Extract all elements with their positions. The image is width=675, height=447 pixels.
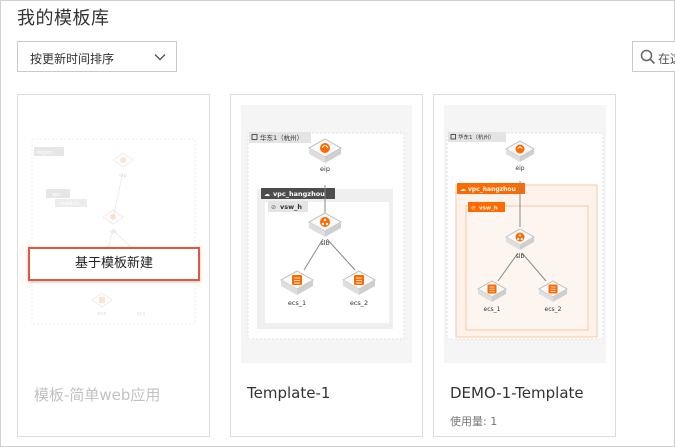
region-label: region xyxy=(37,150,53,156)
search-input[interactable]: 在这 xyxy=(632,41,675,72)
slb-label: slb xyxy=(516,253,525,260)
topology-thumbnail: 华东1（杭州） ☁ vpc_hangzhou ⊘ vsw_h eip slb e… xyxy=(241,105,412,363)
vsw-icon: ⊘ xyxy=(271,204,276,211)
ecs-1-label: ecs_1 xyxy=(288,299,306,307)
template-card[interactable]: 华东1（杭州） ☁ vpc_hangzhou ⊘ vsw_h eip slb e… xyxy=(230,94,423,437)
template-card[interactable]: 华东1（杭州） ☁ vpc_hangzhou ⊘ vsw_h eip slb e… xyxy=(433,94,616,437)
vpc-label: vpc_hangzhou xyxy=(273,190,325,198)
template-name: Template-1 xyxy=(247,384,331,402)
sort-select[interactable]: 按更新时间排序 xyxy=(17,41,177,72)
region-label: 华东1（杭州） xyxy=(458,133,495,141)
ecs-2-label: ecs_2 xyxy=(545,306,562,313)
ecs-1-label: ecs xyxy=(98,311,107,317)
search-placeholder: 在这 xyxy=(658,52,675,66)
usage-count: 使用量: 1 xyxy=(450,415,498,428)
vpc-icon: ☁ xyxy=(460,186,466,193)
eip-label: eip xyxy=(119,173,127,179)
eip-node-icon xyxy=(112,152,134,168)
slb-label: slb xyxy=(109,229,116,235)
vsw-icon: ⊘ xyxy=(471,206,476,212)
search-icon xyxy=(640,49,656,65)
slb-node-icon xyxy=(102,209,124,225)
eip-label: eip xyxy=(515,165,524,172)
sort-select-value: 按更新时间排序 xyxy=(30,52,115,66)
template-name: DEMO-1-Template xyxy=(450,384,584,402)
ecs-2-label: ecs xyxy=(137,311,146,317)
page-title: 我的模板库 xyxy=(17,8,110,29)
ecs-1-label: ecs_1 xyxy=(484,306,501,313)
vsw-label: vsw_h xyxy=(479,206,498,212)
vsw-label: vsw_h xyxy=(280,203,302,211)
create-from-template-button[interactable]: 基于模板新建 xyxy=(28,247,200,281)
template-name: 模板-简单web应用 xyxy=(34,386,161,404)
eip-label: eip xyxy=(320,165,330,173)
vpc-label: vpc xyxy=(52,192,61,198)
ecs-2-label: ecs_2 xyxy=(350,299,368,307)
vsw-label: vswitch xyxy=(60,201,79,207)
topology-thumbnail: 华东1（杭州） ☁ vpc_hangzhou ⊘ vsw_h eip slb e… xyxy=(444,105,606,363)
topology-thumbnail: region vpc vswitch eip slb ecs ecs xyxy=(31,138,196,325)
chevron-down-icon xyxy=(154,54,166,61)
slb-label: slb xyxy=(320,239,329,247)
vpc-icon: ☁ xyxy=(264,191,270,198)
template-card[interactable]: region vpc vswitch eip slb ecs ecs 基于模板新… xyxy=(17,94,210,437)
ecs-node-icon xyxy=(91,292,113,308)
vpc-label: vpc_hangzhou xyxy=(468,186,516,193)
region-label: 华东1（杭州） xyxy=(260,133,303,142)
